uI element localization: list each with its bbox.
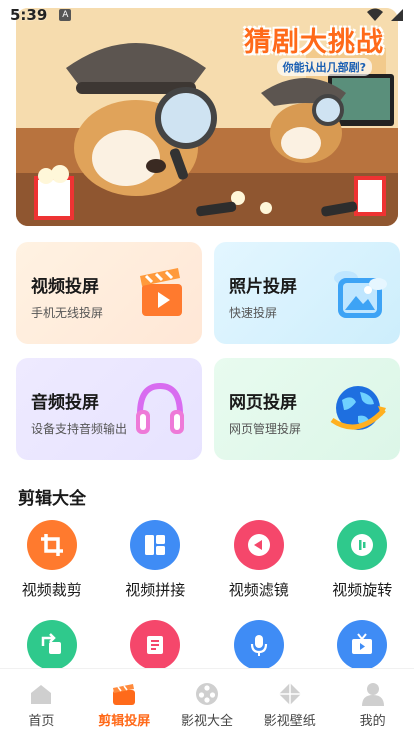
tab-label: 首页: [28, 714, 55, 729]
card-photo-cast[interactable]: 照片投屏 快速投屏: [214, 242, 400, 344]
status-right: [366, 8, 404, 22]
crop-icon: [26, 520, 77, 570]
tab-profile[interactable]: 我的: [331, 669, 414, 736]
tab-label: 影视大全: [180, 714, 233, 729]
banner-subtitle: 你能认出几部剧?: [276, 58, 372, 76]
tool-label: 视频旋转: [332, 581, 393, 599]
tv-icon: [337, 620, 388, 670]
tab-label: 影视壁纸: [263, 714, 316, 729]
tab-edit-cast[interactable]: 剪辑投屏: [83, 669, 166, 736]
card-audio-cast[interactable]: 音频投屏 设备支持音频输出: [16, 358, 202, 460]
grid-icon: [130, 520, 181, 570]
tab-home[interactable]: 首页: [0, 669, 83, 736]
tool-label: 视频裁剪: [21, 581, 82, 599]
home-icon: [31, 685, 52, 704]
flip-icon: [26, 620, 77, 670]
tool-video-filter[interactable]: 视频滤镜: [207, 520, 311, 600]
tab-movies[interactable]: 影视大全: [166, 669, 249, 736]
photo-icon: [334, 271, 387, 318]
mic-icon: [233, 620, 284, 670]
bottom-tab-bar: 首页 剪辑投屏 影视大全 影视壁纸 我的: [0, 668, 414, 736]
card-video-cast[interactable]: 视频投屏 手机无线投屏: [16, 242, 202, 344]
rotate-icon: [337, 520, 388, 570]
headphones-icon: [136, 382, 184, 434]
wifi-icon: [367, 8, 383, 21]
subtitle-icon: [130, 620, 181, 670]
status-bar: 5:39 A: [0, 0, 414, 30]
signal-icon: [391, 9, 403, 21]
film-reel-icon: [195, 683, 218, 705]
filter-icon: [233, 520, 284, 570]
wallpaper-icon: [278, 683, 301, 705]
promo-banner[interactable]: 猜剧大挑战 你能认出几部剧?: [16, 8, 398, 226]
cast-cards: 视频投屏 手机无线投屏 照片投屏 快速投屏 音频投屏 设备支持音频输出 网页投屏…: [16, 242, 400, 460]
section-title: 剪辑大全: [18, 489, 86, 509]
tab-wallpaper[interactable]: 影视壁纸: [248, 669, 331, 736]
clapper-icon: [113, 684, 136, 705]
tool-label: 视频滤镜: [228, 581, 289, 599]
tab-label: 剪辑投屏: [98, 714, 151, 729]
edit-tools-grid: 视频裁剪 视频拼接 视频滤镜 视频旋转: [0, 520, 414, 679]
status-time: 5:39: [10, 6, 48, 24]
tool-video-merge[interactable]: 视频拼接: [104, 520, 208, 600]
tab-label: 我的: [359, 714, 386, 729]
tool-label: 视频拼接: [125, 581, 186, 599]
globe-icon: [330, 386, 386, 430]
card-web-cast[interactable]: 网页投屏 网页管理投屏: [214, 358, 400, 460]
user-icon: [361, 683, 384, 706]
clapperboard-icon: [140, 268, 182, 316]
tool-video-crop[interactable]: 视频裁剪: [0, 520, 104, 600]
tool-video-rotate[interactable]: 视频旋转: [311, 520, 414, 600]
notification-icon: A: [59, 9, 72, 21]
